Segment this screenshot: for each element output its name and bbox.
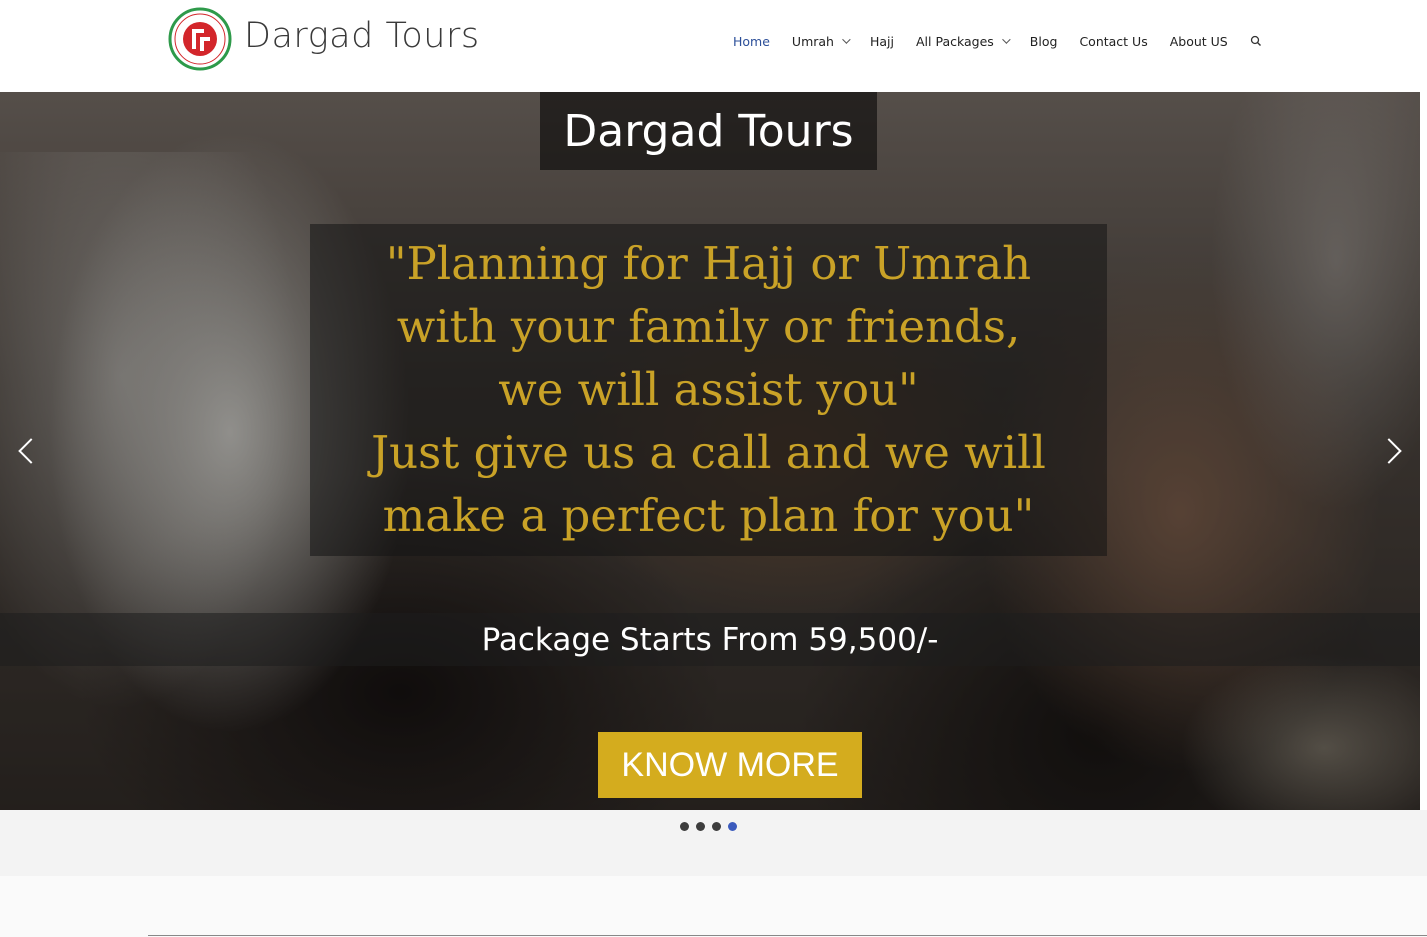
know-more-button[interactable]: KNOW MORE — [598, 732, 862, 798]
nav-item-home[interactable]: Home — [733, 34, 770, 49]
price-band: Package Starts From 59,500/- — [0, 613, 1420, 666]
divider — [148, 935, 1427, 936]
brand-name[interactable]: Dargad Tours — [244, 16, 480, 56]
slider-dot[interactable] — [696, 822, 705, 831]
nav-item-all-packages[interactable]: All Packages — [916, 33, 1011, 49]
nav-item-label: Blog — [1029, 33, 1058, 49]
slider-dot[interactable] — [712, 822, 721, 831]
nav-item-label: All Packages — [916, 33, 994, 49]
hero-quote: "Planning for Hajj or Umrah with your fa… — [371, 237, 1046, 542]
chevron-down-icon — [1001, 35, 1011, 44]
nav-item-label: Contact Us — [1079, 33, 1148, 49]
site-header: Dargad Tours Home Umrah Hajj All Package… — [0, 0, 1427, 92]
nav-item-label: Umrah — [791, 33, 834, 49]
slider-dot[interactable] — [680, 822, 689, 831]
slider-pagination — [680, 822, 737, 831]
nav-item-label: About US — [1169, 33, 1228, 49]
slider-dot-active[interactable] — [728, 822, 737, 831]
search-icon[interactable] — [1250, 35, 1262, 47]
hero-quote-box: "Planning for Hajj or Umrah with your fa… — [310, 224, 1107, 556]
hero-title-box: Dargad Tours — [540, 92, 877, 170]
slider-pagination-band — [0, 810, 1427, 876]
nav-item-about-us[interactable]: About US — [1170, 34, 1228, 49]
nav-item-blog[interactable]: Blog — [1030, 34, 1058, 49]
main-nav: Home Umrah Hajj All Packages Blog Contac… — [733, 31, 1262, 51]
price-text: Package Starts From 59,500/- — [481, 621, 939, 658]
page: Dargad Tours Home Umrah Hajj All Package… — [0, 0, 1427, 937]
chevron-down-icon — [842, 35, 851, 44]
nav-item-label: Home — [733, 33, 770, 49]
dargad-logo-icon[interactable] — [168, 7, 232, 71]
content-section — [0, 876, 1427, 937]
nav-item-umrah[interactable]: Umrah — [791, 33, 851, 49]
nav-item-contact-us[interactable]: Contact Us — [1079, 34, 1147, 49]
hero-title: Dargad Tours — [563, 105, 854, 157]
nav-item-label: Hajj — [869, 33, 894, 49]
nav-item-hajj[interactable]: Hajj — [870, 34, 894, 49]
hero-slider: Dargad Tours "Planning for Hajj or Umrah… — [0, 92, 1420, 810]
